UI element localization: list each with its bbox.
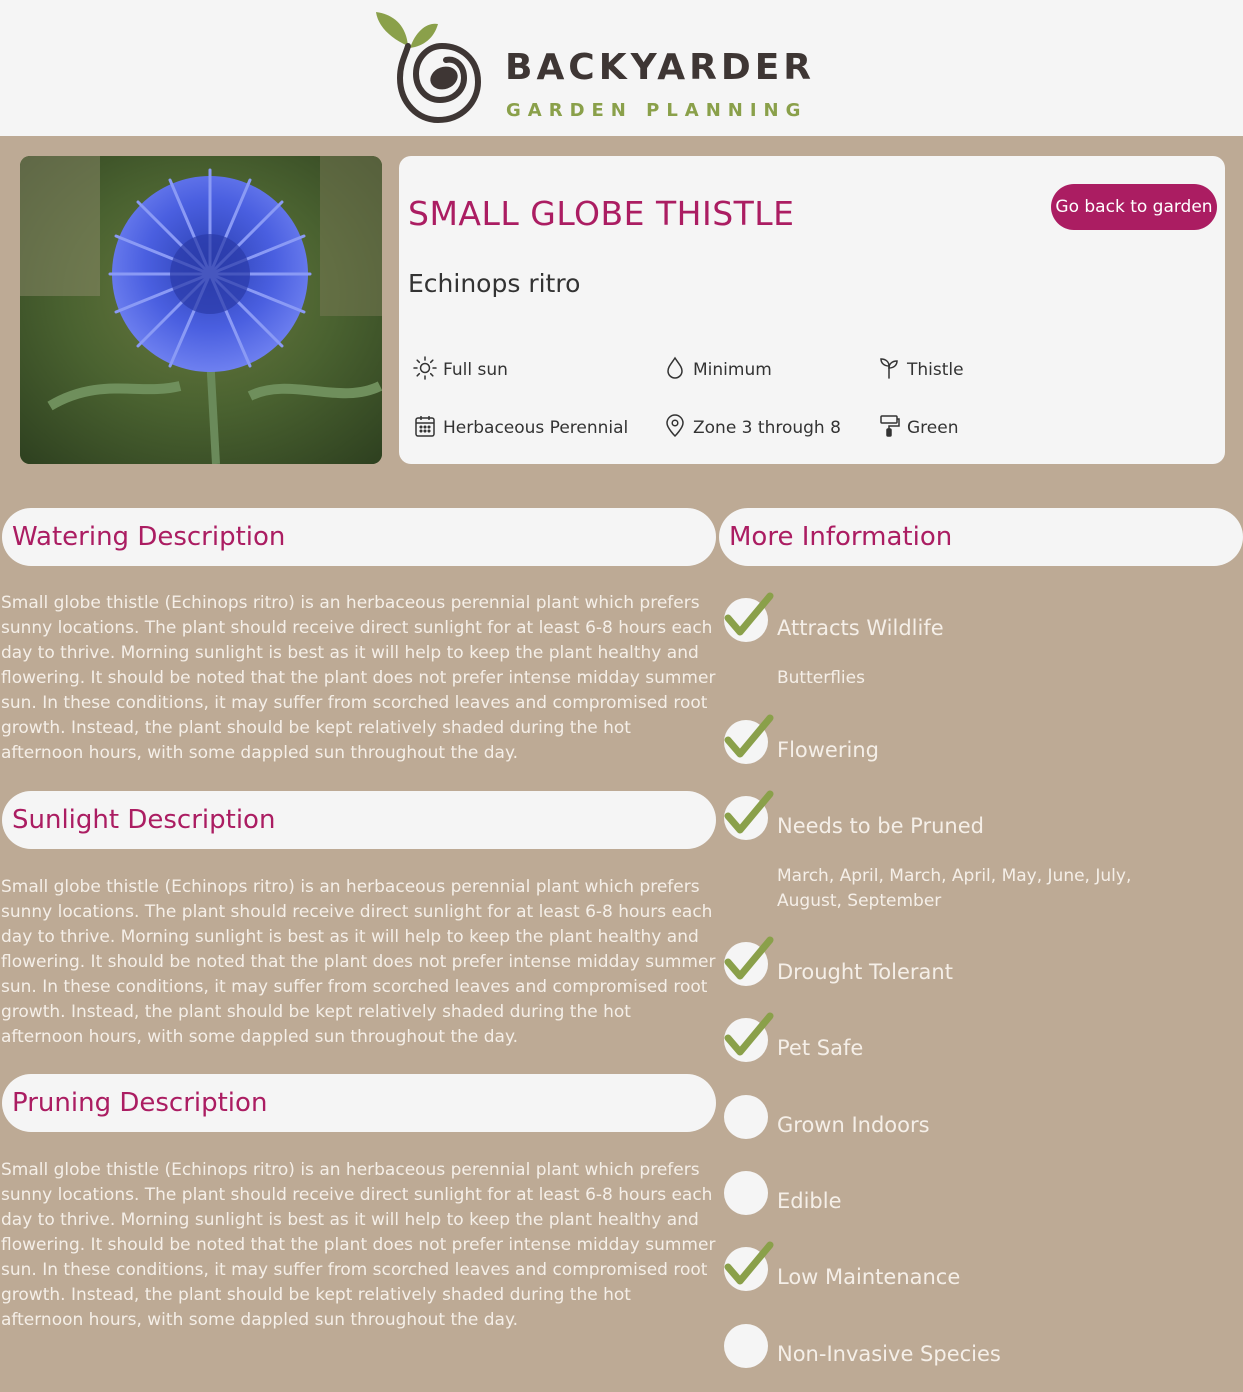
more-info-label: Pet Safe xyxy=(777,1036,864,1060)
attr-type: Thistle xyxy=(877,356,964,380)
attr-watering: Minimum xyxy=(663,356,772,380)
checked-circle xyxy=(724,1012,774,1062)
water-drop-icon xyxy=(667,356,683,379)
brand-tagline: GARDEN PLANNING xyxy=(506,100,808,121)
more-info-label: Needs to be Pruned xyxy=(777,814,984,838)
watering-description-title: Watering Description xyxy=(12,522,286,552)
more-info-label: Non-Invasive Species xyxy=(777,1342,1001,1366)
more-info-label: Attracts Wildlife xyxy=(777,616,944,640)
sunlight-description-heading: Sunlight Description xyxy=(2,791,716,849)
checkmark-icon xyxy=(724,1012,774,1056)
backyarder-logo-icon[interactable] xyxy=(370,8,495,128)
more-info-detail: March, April, March, April, May, June, J… xyxy=(777,866,1132,911)
plant-info-card: SMALL GLOBE THISTLE Echinops ritro Go ba… xyxy=(399,156,1225,464)
watering-description-heading: Watering Description xyxy=(2,508,716,566)
plant-photo xyxy=(20,156,382,464)
unchecked-circle xyxy=(724,1324,768,1368)
more-info-detail: Butterflies xyxy=(777,668,865,688)
more-info-label: Flowering xyxy=(777,738,879,762)
paint-roller-icon xyxy=(880,415,900,437)
sun-icon xyxy=(413,356,437,380)
pruning-description-title: Pruning Description xyxy=(12,1088,268,1118)
sprout-icon xyxy=(880,358,898,379)
go-back-to-garden-button[interactable]: Go back to garden xyxy=(1051,184,1217,230)
attr-cycle: Herbaceous Perennial xyxy=(413,414,628,438)
checkmark-icon xyxy=(724,936,774,980)
attr-color-label: Green xyxy=(907,418,959,438)
plant-common-name: SMALL GLOBE THISTLE xyxy=(408,194,795,233)
more-info-label: Low Maintenance xyxy=(777,1265,961,1289)
unchecked-circle xyxy=(724,1095,768,1139)
checked-circle xyxy=(724,1241,774,1291)
plant-scientific-name: Echinops ritro xyxy=(408,269,581,298)
more-information-heading: More Information xyxy=(719,508,1243,566)
attr-watering-label: Minimum xyxy=(693,360,772,380)
more-info-label: Drought Tolerant xyxy=(777,960,953,984)
watering-description-text: Small globe thistle (Echinops ritro) is … xyxy=(1,593,716,763)
more-info-label: Edible xyxy=(777,1189,842,1213)
attr-hardiness-label: Zone 3 through 8 xyxy=(693,418,841,438)
site-header: BACKYARDER GARDEN PLANNING xyxy=(0,0,1243,136)
attr-color: Green xyxy=(877,414,958,438)
attr-type-label: Thistle xyxy=(907,360,964,380)
more-info-label: Grown Indoors xyxy=(777,1113,930,1137)
sunlight-description-text: Small globe thistle (Echinops ritro) is … xyxy=(1,877,716,1047)
sunlight-description-title: Sunlight Description xyxy=(12,805,276,835)
checkmark-icon xyxy=(724,1241,774,1285)
attr-cycle-label: Herbaceous Perennial xyxy=(443,418,629,438)
attr-sunlight-label: Full sun xyxy=(443,360,508,380)
checked-circle xyxy=(724,790,774,840)
attr-sunlight: Full sun xyxy=(413,356,508,380)
checked-circle xyxy=(724,936,774,986)
pruning-description-text: Small globe thistle (Echinops ritro) is … xyxy=(1,1160,716,1330)
unchecked-circle xyxy=(724,1171,768,1215)
more-information-title: More Information xyxy=(729,522,953,552)
pruning-description-heading: Pruning Description xyxy=(2,1074,716,1132)
map-pin-icon xyxy=(666,414,684,438)
checkmark-icon xyxy=(724,714,774,758)
attr-hardiness: Zone 3 through 8 xyxy=(663,414,841,438)
checked-circle xyxy=(724,592,774,642)
calendar-icon xyxy=(415,416,435,437)
checkmark-icon xyxy=(724,592,774,636)
globe-thistle-illustration xyxy=(20,156,382,464)
brand-name: BACKYARDER xyxy=(505,47,816,88)
checked-circle xyxy=(724,714,774,764)
checkmark-icon xyxy=(724,790,774,834)
